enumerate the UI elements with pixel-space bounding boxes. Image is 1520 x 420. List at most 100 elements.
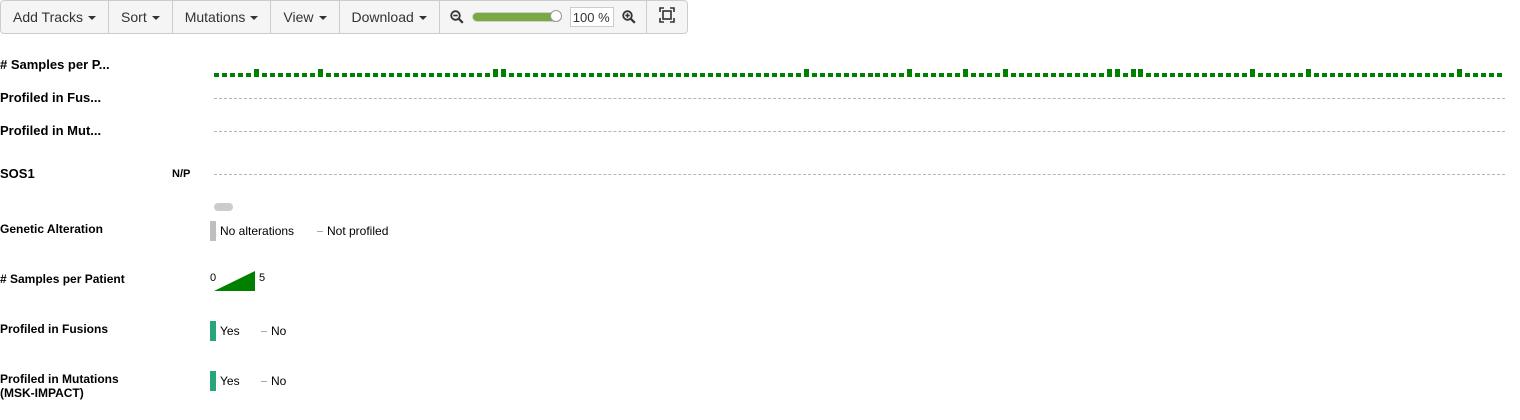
zoom-slider[interactable] bbox=[471, 10, 563, 22]
sample-count-bar[interactable] bbox=[684, 73, 690, 77]
sample-count-bar[interactable] bbox=[979, 73, 984, 77]
sample-count-bar[interactable] bbox=[995, 73, 1000, 77]
gene-sos1-track[interactable] bbox=[214, 174, 1505, 175]
sample-count-bar[interactable] bbox=[1385, 73, 1391, 77]
sample-count-bar[interactable] bbox=[1313, 73, 1319, 77]
download-dropdown[interactable]: Download bbox=[340, 1, 440, 33]
sample-count-bar[interactable] bbox=[461, 73, 466, 77]
sample-count-bar[interactable] bbox=[1162, 73, 1168, 77]
sample-count-bar[interactable] bbox=[556, 73, 562, 77]
profiled-in-mutations-track[interactable] bbox=[214, 131, 1505, 132]
sample-count-bar[interactable] bbox=[1074, 73, 1080, 77]
sample-count-bar[interactable] bbox=[811, 73, 817, 77]
sample-count-bar[interactable] bbox=[477, 73, 482, 77]
sample-count-bar[interactable] bbox=[747, 73, 753, 77]
sample-count-bar[interactable] bbox=[1297, 73, 1303, 77]
sample-count-bar[interactable] bbox=[835, 73, 841, 77]
sample-count-bar[interactable] bbox=[1242, 73, 1247, 77]
sample-count-bar[interactable] bbox=[596, 73, 602, 77]
sample-count-bar[interactable] bbox=[644, 73, 650, 77]
sample-count-bar[interactable] bbox=[708, 73, 714, 77]
sample-count-bar[interactable] bbox=[1449, 73, 1455, 77]
sample-count-bar[interactable] bbox=[652, 73, 658, 77]
horizontal-scrollbar[interactable] bbox=[214, 203, 233, 211]
sample-count-bar[interactable] bbox=[1034, 73, 1040, 77]
sample-count-bar[interactable] bbox=[1289, 73, 1295, 77]
sample-count-bar[interactable] bbox=[333, 73, 339, 77]
sample-count-bar[interactable] bbox=[1002, 69, 1008, 77]
sample-count-bar[interactable] bbox=[787, 73, 793, 77]
sample-count-bar[interactable] bbox=[381, 73, 387, 77]
sample-count-bar[interactable] bbox=[413, 73, 419, 77]
sample-count-bar[interactable] bbox=[875, 73, 881, 77]
sample-count-bar[interactable] bbox=[1146, 73, 1152, 77]
sample-count-bar[interactable] bbox=[1186, 73, 1192, 77]
sample-count-bar[interactable] bbox=[492, 69, 498, 77]
sample-count-bar[interactable] bbox=[851, 73, 857, 77]
sample-count-bar[interactable] bbox=[222, 73, 227, 77]
sample-count-bar[interactable] bbox=[971, 73, 977, 77]
sample-count-bar[interactable] bbox=[1377, 73, 1383, 77]
sample-count-bar[interactable] bbox=[1098, 73, 1104, 77]
sample-count-bar[interactable] bbox=[301, 73, 307, 77]
sample-count-bar[interactable] bbox=[1122, 73, 1128, 77]
sample-count-bar[interactable] bbox=[564, 73, 570, 77]
sample-count-bar[interactable] bbox=[883, 73, 889, 77]
sample-count-bar[interactable] bbox=[843, 73, 849, 77]
sample-count-bar[interactable] bbox=[1281, 73, 1287, 77]
sample-count-bar[interactable] bbox=[779, 73, 785, 77]
sample-count-bar[interactable] bbox=[716, 73, 722, 77]
sample-count-bar[interactable] bbox=[1058, 73, 1064, 77]
sample-count-bar[interactable] bbox=[1050, 73, 1056, 77]
sample-count-bar[interactable] bbox=[907, 69, 913, 77]
sample-count-bar[interactable] bbox=[819, 73, 825, 77]
samples-per-patient-track[interactable] bbox=[214, 60, 1505, 78]
sample-count-bar[interactable] bbox=[1361, 73, 1367, 77]
sample-count-bar[interactable] bbox=[947, 73, 953, 77]
sample-count-bar[interactable] bbox=[1170, 73, 1176, 77]
sample-count-bar[interactable] bbox=[724, 73, 729, 77]
sample-count-bar[interactable] bbox=[421, 73, 427, 77]
sample-count-bar[interactable] bbox=[285, 73, 291, 77]
sample-count-bar[interactable] bbox=[349, 73, 355, 77]
sample-count-bar[interactable] bbox=[1138, 69, 1144, 77]
sample-count-bar[interactable] bbox=[1353, 73, 1359, 77]
sample-count-bar[interactable] bbox=[237, 73, 243, 77]
sample-count-bar[interactable] bbox=[1026, 73, 1032, 77]
sample-count-bar[interactable] bbox=[668, 73, 674, 77]
sample-count-bar[interactable] bbox=[987, 73, 992, 77]
sample-count-bar[interactable] bbox=[963, 69, 969, 77]
sample-count-bar[interactable] bbox=[1417, 73, 1423, 77]
sample-count-bar[interactable] bbox=[1441, 73, 1447, 77]
sample-count-bar[interactable] bbox=[923, 73, 929, 77]
sample-count-bar[interactable] bbox=[1481, 73, 1487, 77]
sample-count-bar[interactable] bbox=[771, 73, 777, 77]
sample-count-bar[interactable] bbox=[740, 73, 745, 77]
sample-count-bar[interactable] bbox=[1106, 69, 1112, 77]
sample-count-bar[interactable] bbox=[1114, 69, 1120, 77]
sample-count-bar[interactable] bbox=[1066, 73, 1072, 77]
sample-count-bar[interactable] bbox=[700, 73, 706, 77]
sample-count-bar[interactable] bbox=[660, 73, 666, 77]
sample-count-bar[interactable] bbox=[1457, 69, 1463, 77]
profiled-in-fusions-track[interactable] bbox=[214, 98, 1505, 99]
sample-count-bar[interactable] bbox=[795, 73, 801, 77]
sample-count-bar[interactable] bbox=[1393, 73, 1399, 77]
sort-dropdown[interactable]: Sort bbox=[109, 1, 173, 33]
sample-count-bar[interactable] bbox=[1425, 73, 1431, 77]
sample-count-bar[interactable] bbox=[827, 73, 833, 77]
sample-count-bar[interactable] bbox=[397, 73, 403, 77]
sample-count-bar[interactable] bbox=[755, 73, 761, 77]
sample-count-bar[interactable] bbox=[548, 73, 554, 77]
sample-count-bar[interactable] bbox=[1329, 73, 1335, 77]
sample-count-bar[interactable] bbox=[955, 73, 961, 77]
track-label-profiled-in-mutations[interactable]: Profiled in Mut... bbox=[0, 123, 101, 138]
sample-count-bar[interactable] bbox=[1258, 73, 1263, 77]
sample-count-bar[interactable] bbox=[253, 69, 259, 77]
sample-count-bar[interactable] bbox=[277, 73, 283, 77]
sample-count-bar[interactable] bbox=[1154, 73, 1160, 77]
sample-count-bar[interactable] bbox=[588, 73, 594, 77]
sample-count-bar[interactable] bbox=[1401, 73, 1407, 77]
sample-count-bar[interactable] bbox=[500, 69, 506, 77]
sample-count-bar[interactable] bbox=[859, 73, 865, 77]
